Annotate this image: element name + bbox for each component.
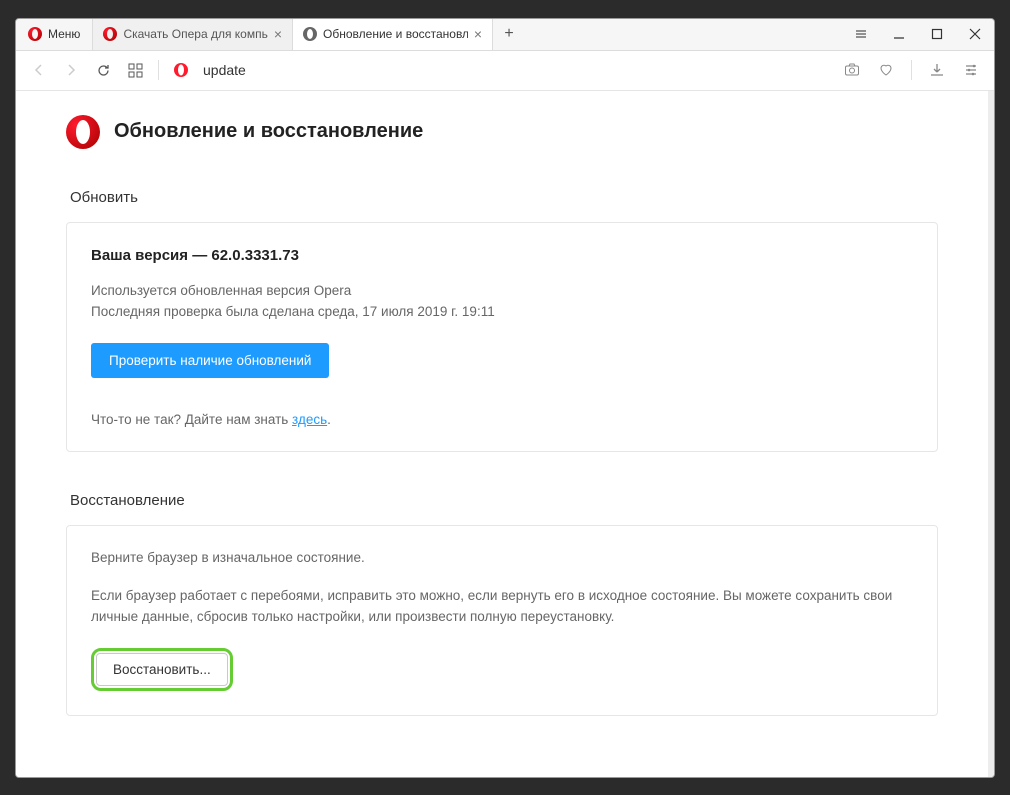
window-controls [842, 19, 994, 50]
bookmark-heart-icon[interactable] [877, 61, 895, 79]
recovery-card: Верните браузер в изначальное состояние.… [66, 525, 938, 716]
tab-title: Скачать Опера для компь [123, 27, 267, 41]
update-card: Ваша версия — 62.0.3331.73 Используется … [66, 222, 938, 452]
feedback-prefix: Что-то не так? Дайте нам знать [91, 412, 292, 427]
reload-button[interactable] [94, 61, 112, 79]
downloads-icon[interactable] [928, 61, 946, 79]
page-title: Обновление и восстановление [114, 120, 423, 143]
last-check-line: Последняя проверка была сделана среда, 1… [91, 301, 913, 323]
close-tab-icon[interactable]: × [474, 26, 482, 42]
forward-button[interactable] [62, 61, 80, 79]
restore-button-highlight: Восстановить... [91, 648, 233, 691]
toolbar-divider [911, 60, 912, 80]
version-line: Ваша версия — 62.0.3331.73 [91, 247, 913, 264]
toolbar-divider [158, 60, 159, 80]
tab-download-opera[interactable]: Скачать Опера для компь × [93, 19, 293, 50]
feedback-suffix: . [327, 412, 331, 427]
easy-setup-icon[interactable] [842, 18, 880, 50]
section-label-update: Обновить [70, 189, 938, 206]
opera-mono-icon [303, 27, 317, 41]
restore-button[interactable]: Восстановить... [96, 653, 228, 686]
easy-setup-sidebar-icon[interactable] [962, 61, 980, 79]
opera-menu-button[interactable]: Меню [16, 19, 93, 50]
address-toolbar [16, 51, 994, 91]
new-tab-button[interactable]: + [493, 19, 525, 50]
address-opera-icon [173, 62, 189, 78]
minimize-button[interactable] [880, 18, 918, 50]
snapshot-icon[interactable] [843, 61, 861, 79]
feedback-line: Что-то не так? Дайте нам знать здесь. [91, 412, 913, 427]
speed-dial-button[interactable] [126, 61, 144, 79]
page-header: Обновление и восстановление [66, 115, 938, 149]
section-label-recovery: Восстановление [70, 492, 938, 509]
toolbar-right [843, 60, 980, 80]
opera-logo-large-icon [66, 115, 100, 149]
opera-logo-icon [28, 27, 42, 41]
version-number: 62.0.3331.73 [211, 247, 299, 264]
check-updates-button[interactable]: Проверить наличие обновлений [91, 343, 329, 378]
recovery-intro: Верните браузер в изначальное состояние. [91, 550, 913, 565]
update-section: Обновить Ваша версия — 62.0.3331.73 Испо… [66, 189, 938, 452]
feedback-link[interactable]: здесь [292, 412, 327, 427]
back-button[interactable] [30, 61, 48, 79]
update-status-line: Используется обновленная версия Opera [91, 280, 913, 302]
version-prefix: Ваша версия — [91, 247, 211, 264]
address-input[interactable] [203, 62, 829, 78]
opera-favicon-icon [103, 27, 117, 41]
menu-label: Меню [48, 27, 80, 41]
tab-title: Обновление и восстановл [323, 27, 468, 41]
page-body: Обновление и восстановление Обновить Ваш… [16, 91, 994, 777]
close-tab-icon[interactable]: × [274, 26, 282, 42]
recovery-body: Если браузер работает с перебоями, испра… [91, 585, 913, 628]
recovery-section: Восстановление Верните браузер в изначал… [66, 492, 938, 716]
tab-strip: Скачать Опера для компь × Обновление и в… [93, 19, 842, 50]
titlebar: Меню Скачать Опера для компь × Обновлени… [16, 19, 994, 51]
maximize-button[interactable] [918, 18, 956, 50]
close-window-button[interactable] [956, 18, 994, 50]
tab-update-recovery[interactable]: Обновление и восстановл × [293, 19, 493, 50]
browser-window: Меню Скачать Опера для компь × Обновлени… [15, 18, 995, 778]
